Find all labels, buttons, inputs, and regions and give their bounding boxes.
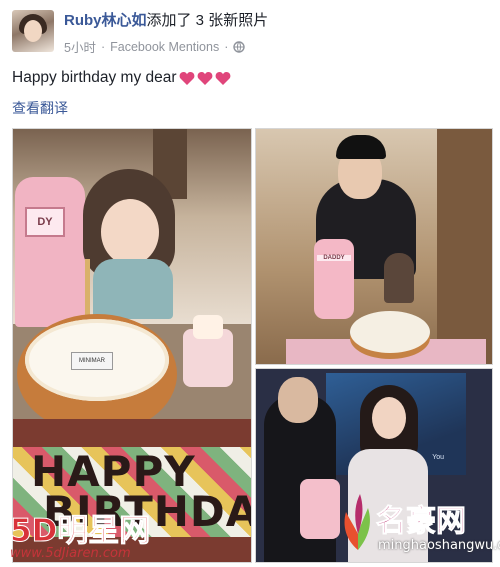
birthday-cake [300,479,340,539]
cake-tag: MINIMAR [71,352,113,370]
birthday-cake [350,311,430,353]
photo-man-with-cake[interactable]: DADDY [255,128,493,365]
toy-screen: DY [25,207,65,237]
heart-icon [179,71,194,85]
doll [384,253,414,303]
doll-body [93,259,173,319]
leaf-logo-icon [344,494,370,550]
watermark-5d: 5D明星网 www.5dJiaren.com [9,513,151,561]
toy-cash-register: DY [15,177,85,327]
watermark-minghao-url: minghaoshangwu.com [378,538,500,553]
post-header: Ruby林心如添加了 3 张新照片 [64,12,268,30]
author-avatar[interactable] [12,10,54,52]
photo-birthday-cake[interactable]: DY MINIMAR HAPPY BIRTHDAY [12,128,252,563]
post-source-link[interactable]: Facebook Mentions [110,40,219,54]
tv-screen-text: You [432,454,444,461]
heart-icon [197,71,212,85]
man-head [278,377,318,423]
watermark-5d-url: www.5dJiaren.com [10,546,131,561]
woman-face [372,397,406,439]
author-name-link[interactable]: Ruby林心如 [64,12,147,29]
watermark-5d-logo: 5D明星网 [9,513,151,549]
small-cake-top [193,315,223,339]
heart-icon [215,71,230,85]
meta-separator: · [224,39,229,54]
meta-separator: · [100,39,106,54]
avatar-face [24,20,42,42]
post-message-text: Happy birthday my dear [12,69,177,86]
photo-door [437,129,492,364]
see-translation-link[interactable]: 查看翻译 [12,98,68,118]
globe-icon[interactable] [233,40,246,53]
post-timestamp[interactable]: 5小时 [64,37,96,56]
toy-cash-register: DADDY [314,239,354,319]
post-message: Happy birthday my dear [12,69,231,87]
watermark-minghao: 名豪网 minghaoshangwu.com [340,490,500,562]
doll-face [101,199,159,265]
post-action-text: 添加了 3 张新照片 [146,12,269,29]
toy-label: DADDY [317,255,351,261]
watermark-minghao-logo: 名豪网 [376,504,467,540]
post-meta: 5小时 · Facebook Mentions · [64,37,246,56]
